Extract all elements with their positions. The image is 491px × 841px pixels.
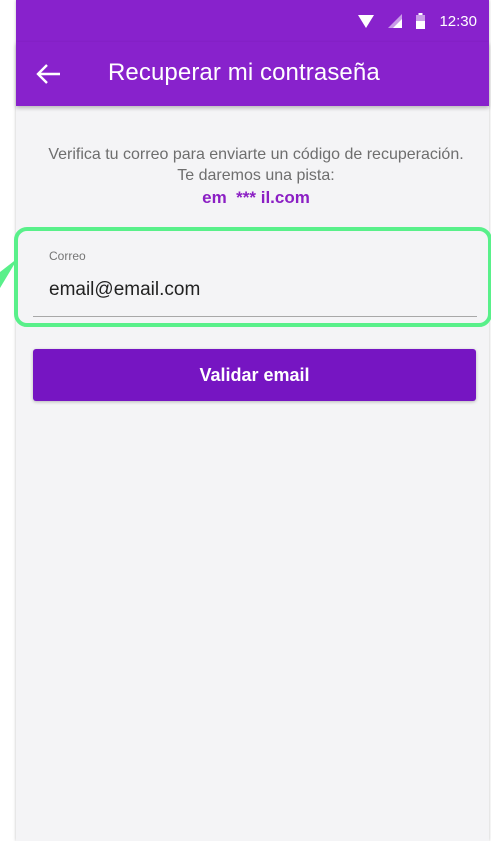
arrow-left-icon[interactable]: [36, 62, 62, 86]
phone-screen: 12:30 Recuperar mi contraseña Verifica t…: [16, 0, 489, 841]
status-icons: 12:30: [358, 0, 477, 42]
info-text: Verifica tu correo para enviarte un códi…: [46, 144, 466, 208]
signal-icon: [388, 14, 403, 28]
page-title: Recuperar mi contraseña: [108, 59, 380, 86]
status-bar: 12:30: [16, 0, 489, 42]
wifi-icon: [358, 14, 375, 28]
input-highlight-box: [14, 227, 491, 327]
battery-icon: [416, 13, 426, 29]
email-hint: em *** il.com: [202, 188, 310, 207]
validate-email-button[interactable]: Validar email: [33, 349, 476, 401]
status-time: 12:30: [439, 12, 477, 30]
info-message: Verifica tu correo para enviarte un códi…: [48, 146, 464, 184]
app-bar: Recuperar mi contraseña: [16, 42, 489, 106]
